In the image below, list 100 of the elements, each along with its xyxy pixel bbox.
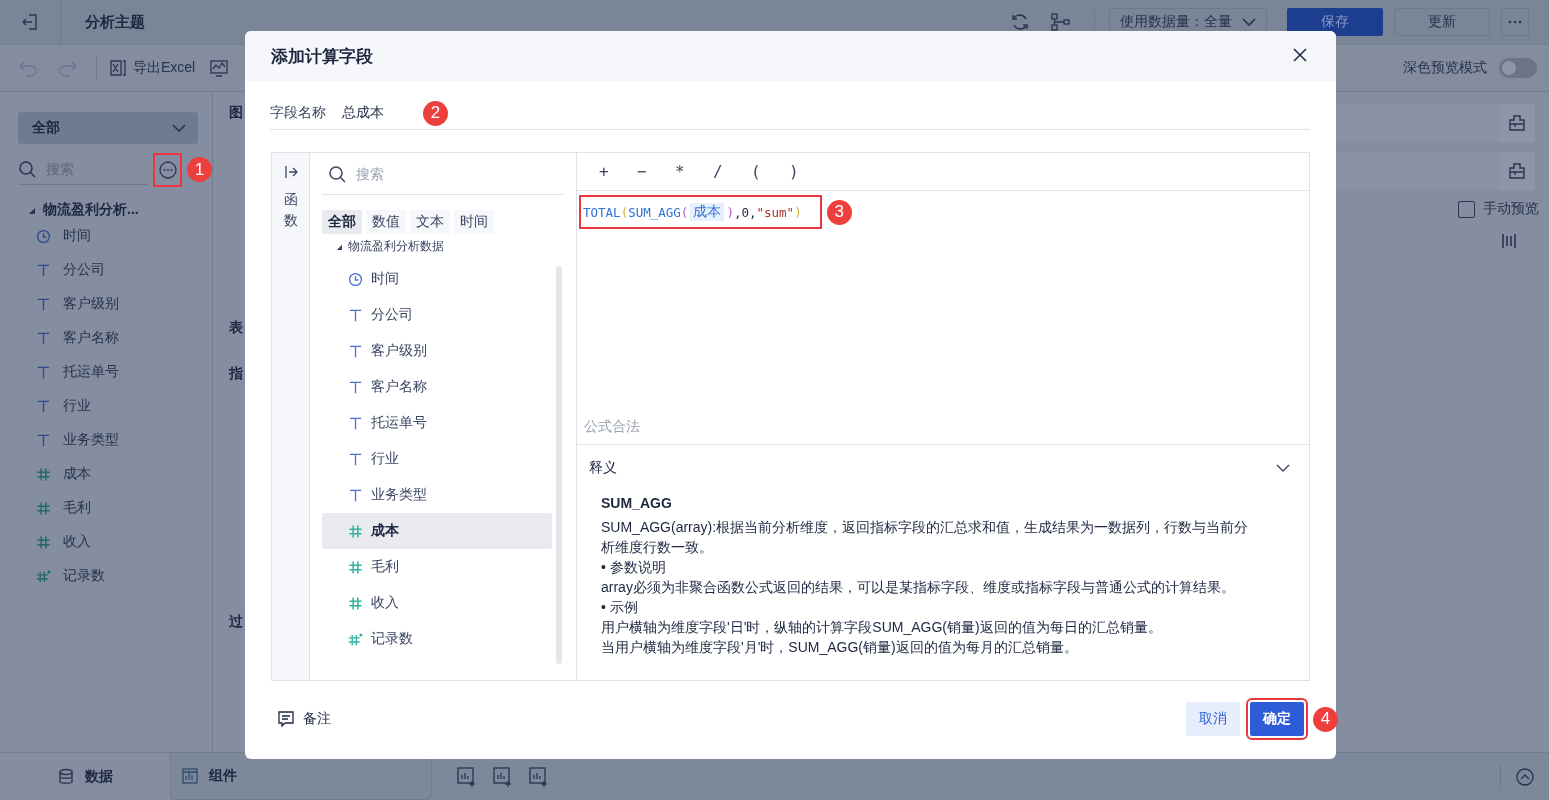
spreadsheet-icon: [109, 59, 127, 77]
chart-icon[interactable]: [209, 58, 230, 78]
validation-status: 公式合法: [584, 418, 641, 436]
callout-badge: 2: [423, 100, 448, 126]
text-type-icon: [348, 415, 363, 431]
expand-triangle-icon[interactable]: [28, 206, 35, 214]
field-list-item[interactable]: 客户级别: [322, 333, 552, 369]
search-icon[interactable]: [18, 160, 36, 178]
text-type-icon: [36, 330, 51, 346]
field-item[interactable]: 记录数: [63, 567, 105, 585]
explanation-text: • 参数说明: [601, 558, 667, 577]
clear-button[interactable]: [1499, 152, 1535, 190]
export-excel-button[interactable]: 导出Excel: [109, 59, 196, 77]
filter-tab[interactable]: 文本: [410, 210, 450, 234]
add-chart-icon[interactable]: [456, 765, 478, 788]
text-type-icon: [36, 262, 51, 278]
explanation-heading: 释义: [589, 459, 617, 477]
dark-preview-toggle[interactable]: [1499, 58, 1537, 78]
explanation-text: 当用户横轴为维度字段'月'时，SUM_AGG(销量)返回的值为每月的汇总销量。: [601, 638, 1079, 657]
field-list-item[interactable]: 分公司: [322, 297, 552, 333]
section-heading: 过: [229, 613, 243, 631]
chart-icon: [181, 767, 199, 785]
field-item[interactable]: 业务类型: [63, 431, 119, 449]
field-list-item[interactable]: 时间: [322, 261, 552, 297]
operator-button[interactable]: /: [713, 162, 751, 181]
filter-tab[interactable]: 时间: [454, 210, 494, 234]
filter-tab[interactable]: 数值: [366, 210, 406, 234]
operator-button[interactable]: +: [599, 162, 637, 181]
hash-star-icon: [348, 631, 363, 647]
operator-button[interactable]: (: [751, 162, 789, 181]
manual-preview-checkbox[interactable]: [1458, 200, 1475, 218]
hash-icon: [36, 500, 51, 516]
field-list-item[interactable]: 托运单号: [322, 405, 552, 441]
field-item[interactable]: 收入: [63, 533, 91, 551]
text-type-icon: [36, 432, 51, 448]
explanation-text: array必须为非聚合函数公式返回的结果，可以是某指标字段、维度或指标字段与普通公式的计算结果。: [601, 578, 1236, 597]
text-type-icon: [36, 296, 51, 312]
field-item[interactable]: 时间: [63, 227, 91, 245]
note-button[interactable]: 备注: [277, 710, 331, 728]
dark-preview-label: 深色预览模式: [1403, 59, 1487, 77]
hash-icon: [348, 595, 363, 611]
field-list-item[interactable]: 成本: [322, 513, 552, 549]
group-label[interactable]: 物流盈利分析数据: [348, 238, 444, 255]
operator-button[interactable]: *: [675, 162, 713, 181]
clear-button[interactable]: [1499, 104, 1535, 142]
refresh-icon[interactable]: [1010, 12, 1030, 32]
tree-node-label[interactable]: 物流盈利分析...: [43, 201, 139, 219]
text-type-icon: [348, 343, 363, 359]
text-type-icon: [348, 379, 363, 395]
operator-button[interactable]: ): [789, 162, 827, 181]
text-type-icon: [348, 307, 363, 323]
field-list-item[interactable]: 记录数: [322, 621, 552, 657]
search-icon[interactable]: [328, 165, 346, 183]
hash-icon: [348, 559, 363, 575]
explanation-text: • 示例: [601, 598, 639, 617]
collapse-up-icon[interactable]: [1515, 766, 1535, 787]
field-item[interactable]: 分公司: [63, 261, 105, 279]
bottom-tab[interactable]: 数据: [0, 753, 170, 800]
close-icon: [1292, 46, 1308, 63]
explanation-text: 用户横轴为维度字段'日'时，纵轴的计算字段SUM_AGG(销量)返回的值为每日的汇总销量。: [601, 618, 1163, 637]
field-item[interactable]: 行业: [63, 397, 91, 415]
flow-icon[interactable]: [1050, 12, 1070, 32]
cancel-button[interactable]: 取消: [1186, 702, 1240, 736]
function-name: SUM_AGG: [601, 495, 673, 511]
hash-icon: [36, 534, 51, 550]
field-list-item[interactable]: 收入: [322, 585, 552, 621]
field-list-item[interactable]: 毛利: [322, 549, 552, 585]
comment-icon: [277, 710, 295, 728]
operator-button[interactable]: −: [637, 162, 675, 181]
field-item[interactable]: 毛利: [63, 499, 91, 517]
field-list-item[interactable]: 行业: [322, 441, 552, 477]
field-item[interactable]: 成本: [63, 465, 91, 483]
explanation-text: SUM_AGG(array):根据当前分析维度，返回指标字段的汇总求和值，生成结果为一数据列，行数与当前分析维度行数一致。: [601, 518, 1250, 557]
more-icon: [157, 159, 178, 180]
functions-tab[interactable]: 函数: [283, 189, 298, 231]
exit-icon[interactable]: [21, 13, 39, 31]
field-list-item[interactable]: 业务类型: [322, 477, 552, 513]
update-button[interactable]: 更新: [1394, 8, 1490, 36]
bars-icon[interactable]: [1501, 232, 1519, 250]
filter-tab[interactable]: 全部: [322, 210, 362, 234]
field-item[interactable]: 托运单号: [63, 363, 119, 381]
callout-badge: 1: [187, 157, 212, 182]
expand-triangle-icon[interactable]: [336, 243, 342, 250]
text-type-icon: [348, 451, 363, 467]
text-type-icon: [36, 364, 51, 380]
clock-icon: [36, 228, 51, 244]
section-heading: 图: [229, 104, 243, 122]
field-list-item[interactable]: 客户名称: [322, 369, 552, 405]
section-heading: 表: [229, 319, 243, 337]
field-item[interactable]: 客户名称: [63, 329, 119, 347]
database-icon: [57, 767, 75, 786]
section-heading: 指: [229, 365, 243, 383]
field-item[interactable]: 客户级别: [63, 295, 119, 313]
collapse-panel-icon[interactable]: [283, 165, 298, 179]
dialog-title: 添加计算字段: [271, 45, 373, 68]
field-name-label: 字段名称: [270, 104, 326, 122]
manual-preview-label: 手动预览: [1483, 200, 1539, 218]
hash-icon: [36, 466, 51, 482]
save-button[interactable]: 保存: [1287, 8, 1383, 36]
page-title: 分析主题: [85, 12, 145, 32]
